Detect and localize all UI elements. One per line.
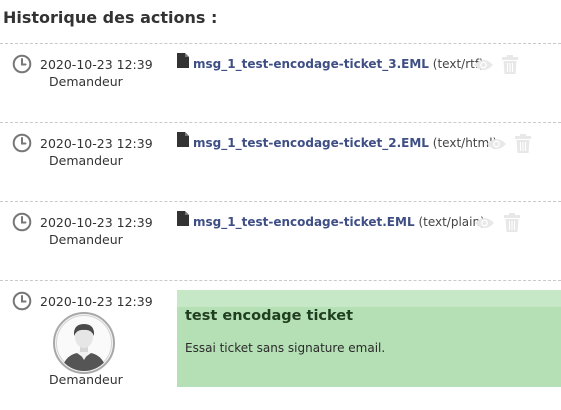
document-link[interactable]: msg_1_test-encodage-ticket.EML (text/pla…	[193, 215, 485, 229]
clock-icon	[12, 212, 32, 232]
entry-separator	[0, 43, 561, 44]
file-icon	[177, 211, 189, 226]
eye-icon[interactable]	[474, 216, 495, 230]
document-link[interactable]: msg_1_test-encodage-ticket_2.EML (text/h…	[193, 136, 497, 150]
trash-icon[interactable]	[502, 55, 518, 74]
message-title: test encodage ticket	[185, 308, 354, 324]
clock-icon	[12, 133, 32, 153]
entry-separator	[0, 201, 561, 202]
document-name[interactable]: msg_1_test-encodage-ticket.EML	[193, 215, 415, 229]
entry-date: 2020-10-23 12:39	[40, 294, 153, 309]
entry-separator	[0, 122, 561, 123]
history-title: Historique des actions :	[3, 8, 218, 27]
document-name[interactable]: msg_1_test-encodage-ticket_3.EML	[193, 57, 429, 71]
eye-icon[interactable]	[473, 58, 494, 72]
clock-icon	[12, 54, 32, 74]
entry-author: Demandeur	[49, 74, 123, 89]
clock-icon	[12, 291, 32, 311]
message-body: Essai ticket sans signature email.	[185, 341, 386, 355]
document-link[interactable]: msg_1_test-encodage-ticket_3.EML (text/r…	[193, 57, 484, 71]
entry-date: 2020-10-23 12:39	[40, 215, 153, 230]
entry-author: Demandeur	[49, 372, 123, 387]
trash-icon[interactable]	[504, 213, 520, 232]
eye-icon[interactable]	[486, 137, 507, 151]
file-icon	[177, 132, 189, 147]
entry-date: 2020-10-23 12:39	[40, 57, 153, 72]
message-box: test encodage ticket Essai ticket sans s…	[177, 290, 561, 387]
document-name[interactable]: msg_1_test-encodage-ticket_2.EML	[193, 136, 429, 150]
user-avatar	[53, 312, 115, 374]
entry-separator	[0, 280, 561, 281]
message-header-strip	[177, 290, 561, 307]
trash-icon[interactable]	[515, 134, 531, 153]
entry-date: 2020-10-23 12:39	[40, 136, 153, 151]
entry-author: Demandeur	[49, 232, 123, 247]
entry-author: Demandeur	[49, 153, 123, 168]
file-icon	[177, 53, 189, 68]
